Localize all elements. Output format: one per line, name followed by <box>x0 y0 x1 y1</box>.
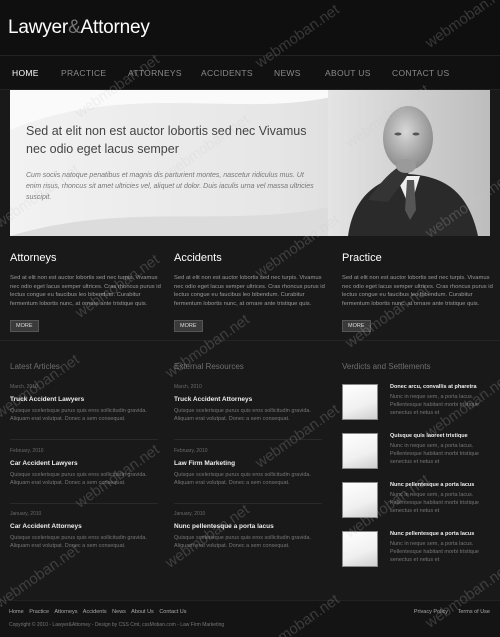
column-title: Practice <box>342 252 382 264</box>
resource-text: Quisque scelerisque purus quis eros soll… <box>174 472 311 486</box>
nav-news[interactable]: NEWS <box>274 68 301 78</box>
article-text: Quisque scelerisque purus quis eros soll… <box>10 408 147 422</box>
column-text: Sed at elit non est auctor lobortis sed … <box>174 275 325 307</box>
resource-date: January, 2010 <box>174 511 206 517</box>
article-date: February, 2010 <box>10 448 44 454</box>
column-practice: Practice Sed at elit non est auctor lobo… <box>342 252 497 332</box>
verdict-title[interactable]: Quisque quis laoreet tristique <box>390 433 468 439</box>
article-item: March, 2010 Truck Accident Lawyers Quisq… <box>10 384 160 440</box>
verdict-item: Nunc pellentesque a porta lacus Nunc in … <box>342 482 492 527</box>
hero-text: Cum sociis natoque penatibus et magnis d… <box>26 172 314 201</box>
verdict-item: Nunc pellentesque a porta lacus Nunc in … <box>342 531 492 576</box>
privacy-policy-link[interactable]: Privacy Policy <box>414 609 448 615</box>
verdict-thumbnail[interactable] <box>342 482 378 518</box>
footer-link-about-us[interactable]: About Us <box>131 609 154 615</box>
resource-item: February, 2010 Law Firm Marketing Quisqu… <box>174 448 324 504</box>
column-text: Sed at elit non est auctor lobortis sed … <box>342 275 493 307</box>
hero-title: Sed at elit non est auctor lobortis sed … <box>26 124 307 156</box>
article-date: March, 2010 <box>10 384 38 390</box>
footer-link-practice[interactable]: Practice <box>29 609 49 615</box>
resource-text: Quisque scelerisque purus quis eros soll… <box>174 408 311 422</box>
logo-text-attorney: Attorney <box>80 17 150 38</box>
article-title[interactable]: Car Accident Lawyers <box>10 460 160 467</box>
logo[interactable]: Lawyer&Attorney <box>8 17 150 39</box>
footer-link-contact-us[interactable]: Contact Us <box>159 609 186 615</box>
article-text: Quisque scelerisque purus quis eros soll… <box>10 472 147 486</box>
footer-nav: Home Practice Attorneys Accidents News A… <box>9 609 191 615</box>
verdict-title[interactable]: Donec arcu, convallis at pharetra <box>390 384 477 390</box>
header: Lawyer&Attorney <box>0 0 500 55</box>
article-item: January, 2010 Car Accident Attorneys Qui… <box>10 511 160 550</box>
verdict-text: Nunc in neque sem, a porta lacus. Pellen… <box>390 394 479 416</box>
resource-title[interactable]: Nunc pellentesque a porta lacus <box>174 523 324 530</box>
lawyer-photo <box>328 90 490 236</box>
copyright-text: Copyright © 2010 - Lawyer&Attorney - Des… <box>9 622 225 628</box>
nav-contact-us[interactable]: CONTACT US <box>392 68 449 78</box>
verdict-text: Nunc in neque sem, a porta lacus. Pellen… <box>390 492 479 514</box>
section-divider <box>0 340 500 341</box>
resource-item: March, 2010 Truck Accident Attorneys Qui… <box>174 384 324 440</box>
article-title[interactable]: Truck Accident Lawyers <box>10 396 160 403</box>
nav-home[interactable]: HOME <box>12 68 39 78</box>
logo-text-lawyer: Lawyer <box>8 17 69 38</box>
resource-item: January, 2010 Nunc pellentesque a porta … <box>174 511 324 550</box>
verdict-item: Donec arcu, convallis at pharetra Nunc i… <box>342 384 492 429</box>
column-title: Attorneys <box>10 252 57 264</box>
article-item: February, 2010 Car Accident Lawyers Quis… <box>10 448 160 504</box>
resource-text: Quisque scelerisque purus quis eros soll… <box>174 535 311 549</box>
more-button[interactable]: MORE <box>10 320 39 332</box>
column-attorneys: Attorneys Sed at elit non est auctor lob… <box>10 252 165 332</box>
nav-practice[interactable]: PRACTICE <box>61 68 106 78</box>
resource-date: February, 2010 <box>174 448 208 454</box>
article-separator <box>10 439 158 440</box>
footer-link-attorneys[interactable]: Attorneys <box>54 609 77 615</box>
nav-about-us[interactable]: ABOUT US <box>325 68 371 78</box>
nav-accidents[interactable]: ACCIDENTS <box>201 68 253 78</box>
verdict-thumbnail[interactable] <box>342 433 378 469</box>
verdict-item: Quisque quis laoreet tristique Nunc in n… <box>342 433 492 478</box>
verdict-title[interactable]: Nunc pellentesque a porta lacus <box>390 482 474 488</box>
main-nav: HOME PRACTICE ATTORNEYS ACCIDENTS NEWS A… <box>0 55 500 90</box>
column-text: Sed at elit non est auctor lobortis sed … <box>10 275 161 307</box>
verdicts-heading: Verdicts and Settlements <box>342 362 431 371</box>
page: Lawyer&Attorney HOME PRACTICE ATTORNEYS … <box>0 0 500 637</box>
more-button[interactable]: MORE <box>174 320 203 332</box>
latest-articles-heading: Latest Articles <box>10 362 60 371</box>
verdict-text: Nunc in neque sem, a porta lacus. Pellen… <box>390 443 479 465</box>
verdict-thumbnail[interactable] <box>342 531 378 567</box>
resource-date: March, 2010 <box>174 384 202 390</box>
article-title[interactable]: Car Accident Attorneys <box>10 523 160 530</box>
footer-link-news[interactable]: News <box>112 609 126 615</box>
resource-separator <box>174 439 322 440</box>
footer-link-accidents[interactable]: Accidents <box>83 609 107 615</box>
resource-title[interactable]: Law Firm Marketing <box>174 460 324 467</box>
more-button[interactable]: MORE <box>342 320 371 332</box>
column-title: Accidents <box>174 252 222 264</box>
hero-banner: Sed at elit non est auctor lobortis sed … <box>10 90 490 236</box>
verdict-thumbnail[interactable] <box>342 384 378 420</box>
article-separator <box>10 503 158 504</box>
nav-attorneys[interactable]: ATTORNEYS <box>128 68 182 78</box>
article-date: January, 2010 <box>10 511 42 517</box>
footer-legal-links: Privacy Policy Terms of Use <box>406 609 490 615</box>
article-text: Quisque scelerisque purus quis eros soll… <box>10 535 147 549</box>
column-accidents: Accidents Sed at elit non est auctor lob… <box>174 252 329 332</box>
resource-separator <box>174 503 322 504</box>
footer: Home Practice Attorneys Accidents News A… <box>0 600 500 637</box>
resource-title[interactable]: Truck Accident Attorneys <box>174 396 324 403</box>
terms-of-use-link[interactable]: Terms of Use <box>458 609 490 615</box>
verdict-text: Nunc in neque sem, a porta lacus. Pellen… <box>390 541 479 563</box>
footer-link-home[interactable]: Home <box>9 609 24 615</box>
verdict-title[interactable]: Nunc pellentesque a porta lacus <box>390 531 474 537</box>
external-resources-heading: External Resources <box>174 362 244 371</box>
logo-ampersand: & <box>68 17 81 38</box>
